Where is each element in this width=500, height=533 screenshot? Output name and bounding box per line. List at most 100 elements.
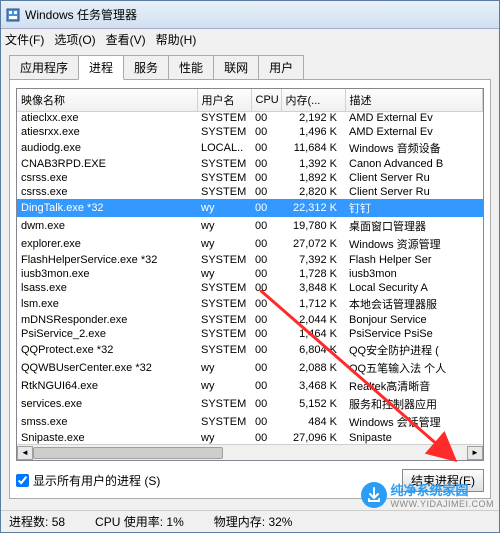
table-row[interactable]: csrss.exeSYSTEM002,820 KClient Server Ru — [17, 185, 483, 199]
cell-mem: 6,804 K — [281, 341, 345, 359]
col-description[interactable]: 描述 — [345, 89, 483, 112]
table-row[interactable]: PsiService_2.exeSYSTEM001,464 KPsiServic… — [17, 327, 483, 341]
cell-name: csrss.exe — [17, 171, 197, 185]
cell-cpu: 00 — [251, 295, 281, 313]
watermark-text-block: 纯净系统家园 WWW.YIDAJIMEI.COM — [391, 480, 495, 509]
show-all-users-label: 显示所有用户的进程 (S) — [33, 472, 160, 489]
process-table: 映像名称 用户名 CPU 内存(... 描述 atieclxx.exeSYSTE… — [16, 88, 484, 461]
status-bar: 进程数: 58 CPU 使用率: 1% 物理内存: 32% — [1, 510, 499, 532]
cell-desc: Flash Helper Ser — [345, 253, 483, 267]
cell-cpu: 00 — [251, 199, 281, 217]
scroll-thumb[interactable] — [33, 447, 223, 459]
cell-desc: Windows 会话管理 — [345, 413, 483, 431]
table-row[interactable]: CNAB3RPD.EXESYSTEM001,392 KCanon Advance… — [17, 157, 483, 171]
cell-name: smss.exe — [17, 413, 197, 431]
cell-user: SYSTEM — [197, 157, 251, 171]
cell-mem: 11,684 K — [281, 139, 345, 157]
cell-desc: PsiService PsiSe — [345, 327, 483, 341]
cell-cpu: 00 — [251, 413, 281, 431]
cell-mem: 1,728 K — [281, 267, 345, 281]
cell-mem: 2,044 K — [281, 313, 345, 327]
cell-name: CNAB3RPD.EXE — [17, 157, 197, 171]
cell-user: SYSTEM — [197, 327, 251, 341]
cell-name: FlashHelperService.exe *32 — [17, 253, 197, 267]
scroll-left-icon[interactable]: ◄ — [17, 446, 33, 460]
table-row[interactable]: DingTalk.exe *32wy0022,312 K钉钉 — [17, 199, 483, 217]
table-row[interactable]: csrss.exeSYSTEM001,892 KClient Server Ru — [17, 171, 483, 185]
table-row[interactable]: dwm.exewy0019,780 K桌面窗口管理器 — [17, 217, 483, 235]
table-row[interactable]: lsm.exeSYSTEM001,712 K本地会话管理器服 — [17, 295, 483, 313]
cell-user: wy — [197, 377, 251, 395]
cell-user: SYSTEM — [197, 111, 251, 125]
cell-mem: 484 K — [281, 413, 345, 431]
cell-user: wy — [197, 431, 251, 444]
tab-applications[interactable]: 应用程序 — [9, 55, 79, 79]
cell-desc: Canon Advanced B — [345, 157, 483, 171]
menu-view[interactable]: 查看(V) — [106, 31, 146, 48]
menu-help[interactable]: 帮助(H) — [156, 31, 197, 48]
tab-users[interactable]: 用户 — [258, 55, 304, 79]
status-processes: 进程数: 58 — [9, 513, 65, 530]
cell-name: lsass.exe — [17, 281, 197, 295]
cell-cpu: 00 — [251, 395, 281, 413]
cell-name: atieclxx.exe — [17, 111, 197, 125]
cell-name: RtkNGUI64.exe — [17, 377, 197, 395]
table-row[interactable]: QQProtect.exe *32SYSTEM006,804 KQQ安全防护进程… — [17, 341, 483, 359]
app-icon — [5, 7, 21, 23]
tab-processes[interactable]: 进程 — [78, 55, 124, 80]
scroll-right-icon[interactable]: ► — [467, 446, 483, 460]
tab-performance[interactable]: 性能 — [168, 55, 214, 79]
table-row[interactable]: lsass.exeSYSTEM003,848 KLocal Security A — [17, 281, 483, 295]
table-row[interactable]: explorer.exewy0027,072 KWindows 资源管理 — [17, 235, 483, 253]
menu-options[interactable]: 选项(O) — [54, 31, 95, 48]
cell-mem: 1,712 K — [281, 295, 345, 313]
cell-mem: 27,096 K — [281, 431, 345, 444]
cell-desc: Bonjour Service — [345, 313, 483, 327]
cell-mem: 5,152 K — [281, 395, 345, 413]
cell-mem: 22,312 K — [281, 199, 345, 217]
tab-networking[interactable]: 联网 — [213, 55, 259, 79]
cell-desc: 服务和控制器应用 — [345, 395, 483, 413]
table-row[interactable]: audiodg.exeLOCAL..0011,684 KWindows 音频设备 — [17, 139, 483, 157]
cell-mem: 27,072 K — [281, 235, 345, 253]
cell-desc: 钉钉 — [345, 199, 483, 217]
col-memory[interactable]: 内存(... — [281, 89, 345, 112]
tab-bar: 应用程序 进程 服务 性能 联网 用户 — [1, 49, 499, 79]
show-all-users-input[interactable] — [16, 474, 29, 487]
titlebar[interactable]: Windows 任务管理器 — [1, 1, 499, 29]
cell-name: iusb3mon.exe — [17, 267, 197, 281]
cell-name: csrss.exe — [17, 185, 197, 199]
table-row[interactable]: RtkNGUI64.exewy003,468 KRealtek高清晰音 — [17, 377, 483, 395]
horizontal-scrollbar[interactable]: ◄ ► — [17, 444, 483, 460]
table-row[interactable]: smss.exeSYSTEM00484 KWindows 会话管理 — [17, 413, 483, 431]
cell-desc: QQ五笔输入法 个人 — [345, 359, 483, 377]
table-row[interactable]: iusb3mon.exewy001,728 Kiusb3mon — [17, 267, 483, 281]
cell-cpu: 00 — [251, 253, 281, 267]
cell-cpu: 00 — [251, 171, 281, 185]
table-row[interactable]: mDNSResponder.exeSYSTEM002,044 KBonjour … — [17, 313, 483, 327]
table-row[interactable]: atiesrxx.exeSYSTEM001,496 KAMD External … — [17, 125, 483, 139]
cell-mem: 7,392 K — [281, 253, 345, 267]
col-image-name[interactable]: 映像名称 — [17, 89, 197, 112]
table-row[interactable]: atieclxx.exeSYSTEM002,192 KAMD External … — [17, 111, 483, 125]
cell-user: wy — [197, 267, 251, 281]
cell-name: services.exe — [17, 395, 197, 413]
show-all-users-checkbox[interactable]: 显示所有用户的进程 (S) — [16, 472, 160, 489]
table-row[interactable]: FlashHelperService.exe *32SYSTEM007,392 … — [17, 253, 483, 267]
col-cpu[interactable]: CPU — [251, 89, 281, 112]
cell-user: SYSTEM — [197, 125, 251, 139]
col-user-name[interactable]: 用户名 — [197, 89, 251, 112]
cell-mem: 1,392 K — [281, 157, 345, 171]
tab-services[interactable]: 服务 — [123, 55, 169, 79]
cell-desc: 本地会话管理器服 — [345, 295, 483, 313]
table-row[interactable]: QQWBUserCenter.exe *32wy002,088 KQQ五笔输入法… — [17, 359, 483, 377]
cell-cpu: 00 — [251, 111, 281, 125]
cell-user: wy — [197, 199, 251, 217]
scroll-track[interactable] — [33, 446, 467, 460]
table-row[interactable]: Snipaste.exewy0027,096 KSnipaste — [17, 431, 483, 444]
cell-name: atiesrxx.exe — [17, 125, 197, 139]
table-row[interactable]: services.exeSYSTEM005,152 K服务和控制器应用 — [17, 395, 483, 413]
cell-user: LOCAL.. — [197, 139, 251, 157]
menu-file[interactable]: 文件(F) — [5, 31, 44, 48]
cell-user: SYSTEM — [197, 171, 251, 185]
